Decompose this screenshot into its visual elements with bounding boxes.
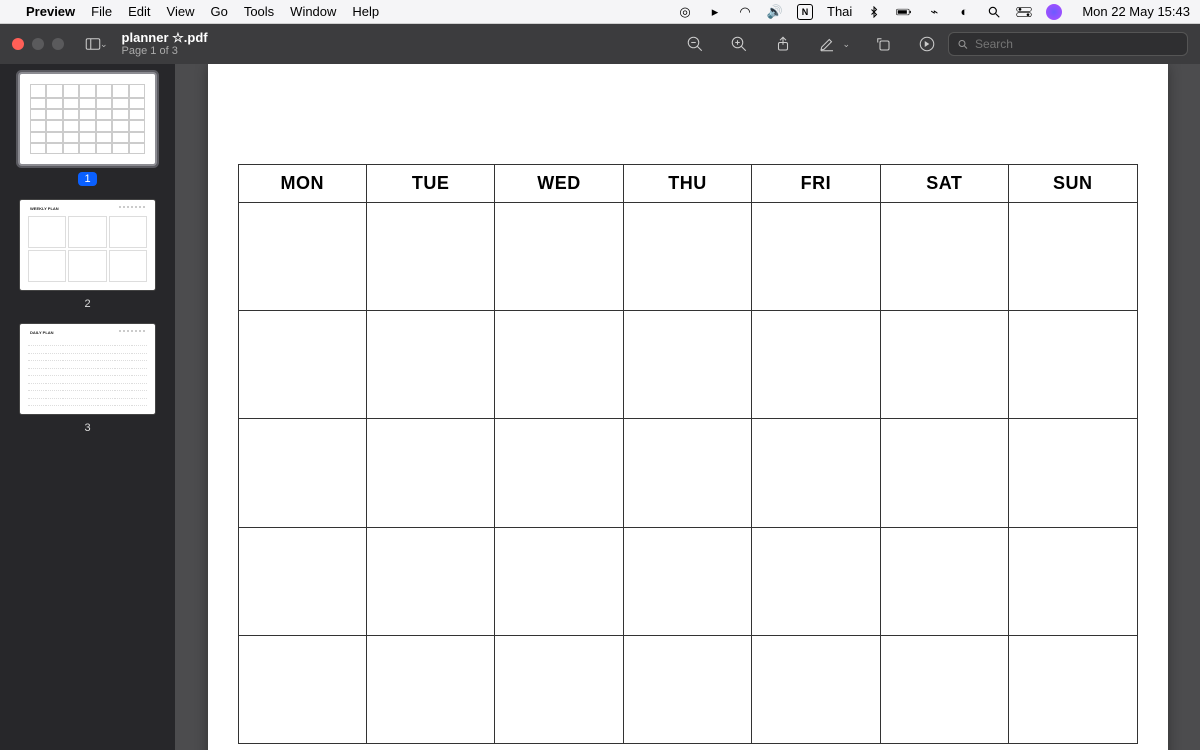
document-title: planner ☆.pdf (122, 31, 208, 45)
day-header-fri: FRI (752, 165, 880, 203)
day-header-wed: WED (495, 165, 623, 203)
shazam-icon[interactable]: ◎ (677, 4, 693, 20)
day-header-tue: TUE (366, 165, 494, 203)
window-zoom-button[interactable] (52, 38, 64, 50)
user-icon[interactable]: ◐ (956, 4, 972, 20)
thumbnail-label-3: 3 (84, 422, 90, 434)
menu-tools[interactable]: Tools (244, 4, 274, 19)
document-viewer[interactable]: MON TUE WED THU FRI SAT SUN (175, 64, 1200, 750)
page-indicator: Page 1 of 3 (122, 45, 208, 57)
annotate-button[interactable] (916, 33, 938, 55)
day-header-thu: THU (623, 165, 751, 203)
battery-icon[interactable] (896, 4, 912, 20)
notion-icon[interactable]: N (797, 4, 813, 20)
zoom-out-button[interactable] (684, 33, 706, 55)
menu-help[interactable]: Help (352, 4, 379, 19)
menubar-clock[interactable]: Mon 22 May 15:43 (1082, 4, 1190, 19)
pdf-page-1: MON TUE WED THU FRI SAT SUN (208, 64, 1168, 750)
calendar-grid: MON TUE WED THU FRI SAT SUN (238, 164, 1138, 744)
menu-window[interactable]: Window (290, 4, 336, 19)
menu-file[interactable]: File (91, 4, 112, 19)
spotlight-icon[interactable] (986, 4, 1002, 20)
window-minimize-button[interactable] (32, 38, 44, 50)
page-thumbnail-2[interactable]: WEEKLY PLAN (20, 200, 155, 290)
page-thumbnail-3[interactable]: DAILY PLAN (20, 324, 155, 414)
menu-go[interactable]: Go (210, 4, 227, 19)
page-thumbnail-1[interactable] (20, 74, 155, 164)
window-close-button[interactable] (12, 38, 24, 50)
menu-view[interactable]: View (167, 4, 195, 19)
share-button[interactable] (772, 33, 794, 55)
window-titlebar: ⌄ planner ☆.pdf Page 1 of 3 ⌄ (0, 24, 1200, 64)
markup-button[interactable] (816, 33, 838, 55)
toggle-icon[interactable]: ⌁ (926, 4, 942, 20)
rotate-button[interactable] (872, 33, 894, 55)
thumbnail-label-2: 2 (84, 298, 90, 310)
search-input[interactable] (975, 37, 1179, 51)
app-menu[interactable]: Preview (26, 4, 75, 19)
thumbnail-label-1: 1 (78, 172, 96, 186)
day-header-mon: MON (238, 165, 366, 203)
markup-options-chevron-icon[interactable]: ⌄ (842, 39, 850, 50)
macos-menubar: Preview File Edit View Go Tools Window H… (0, 0, 1200, 24)
day-header-sun: SUN (1009, 165, 1137, 203)
preview-window: ⌄ planner ☆.pdf Page 1 of 3 ⌄ (0, 24, 1200, 750)
siri-icon[interactable] (1046, 4, 1062, 20)
day-header-sat: SAT (880, 165, 1008, 203)
input-source[interactable]: Thai (827, 4, 852, 19)
zoom-in-button[interactable] (728, 33, 750, 55)
view-options-chevron-icon[interactable]: ⌄ (100, 39, 108, 50)
toolbar-search[interactable] (948, 32, 1188, 56)
control-center-icon[interactable] (1016, 4, 1032, 20)
now-playing-icon[interactable]: ▸ (707, 4, 723, 20)
bluetooth-icon[interactable] (866, 4, 882, 20)
thumbnail-sidebar: 1 WEEKLY PLAN 2 DAILY PLAN (0, 64, 175, 750)
volume-icon[interactable]: 🔊 (767, 4, 783, 20)
airdrop-icon[interactable]: ◠ (737, 4, 753, 20)
menu-edit[interactable]: Edit (128, 4, 150, 19)
search-icon (957, 38, 969, 51)
